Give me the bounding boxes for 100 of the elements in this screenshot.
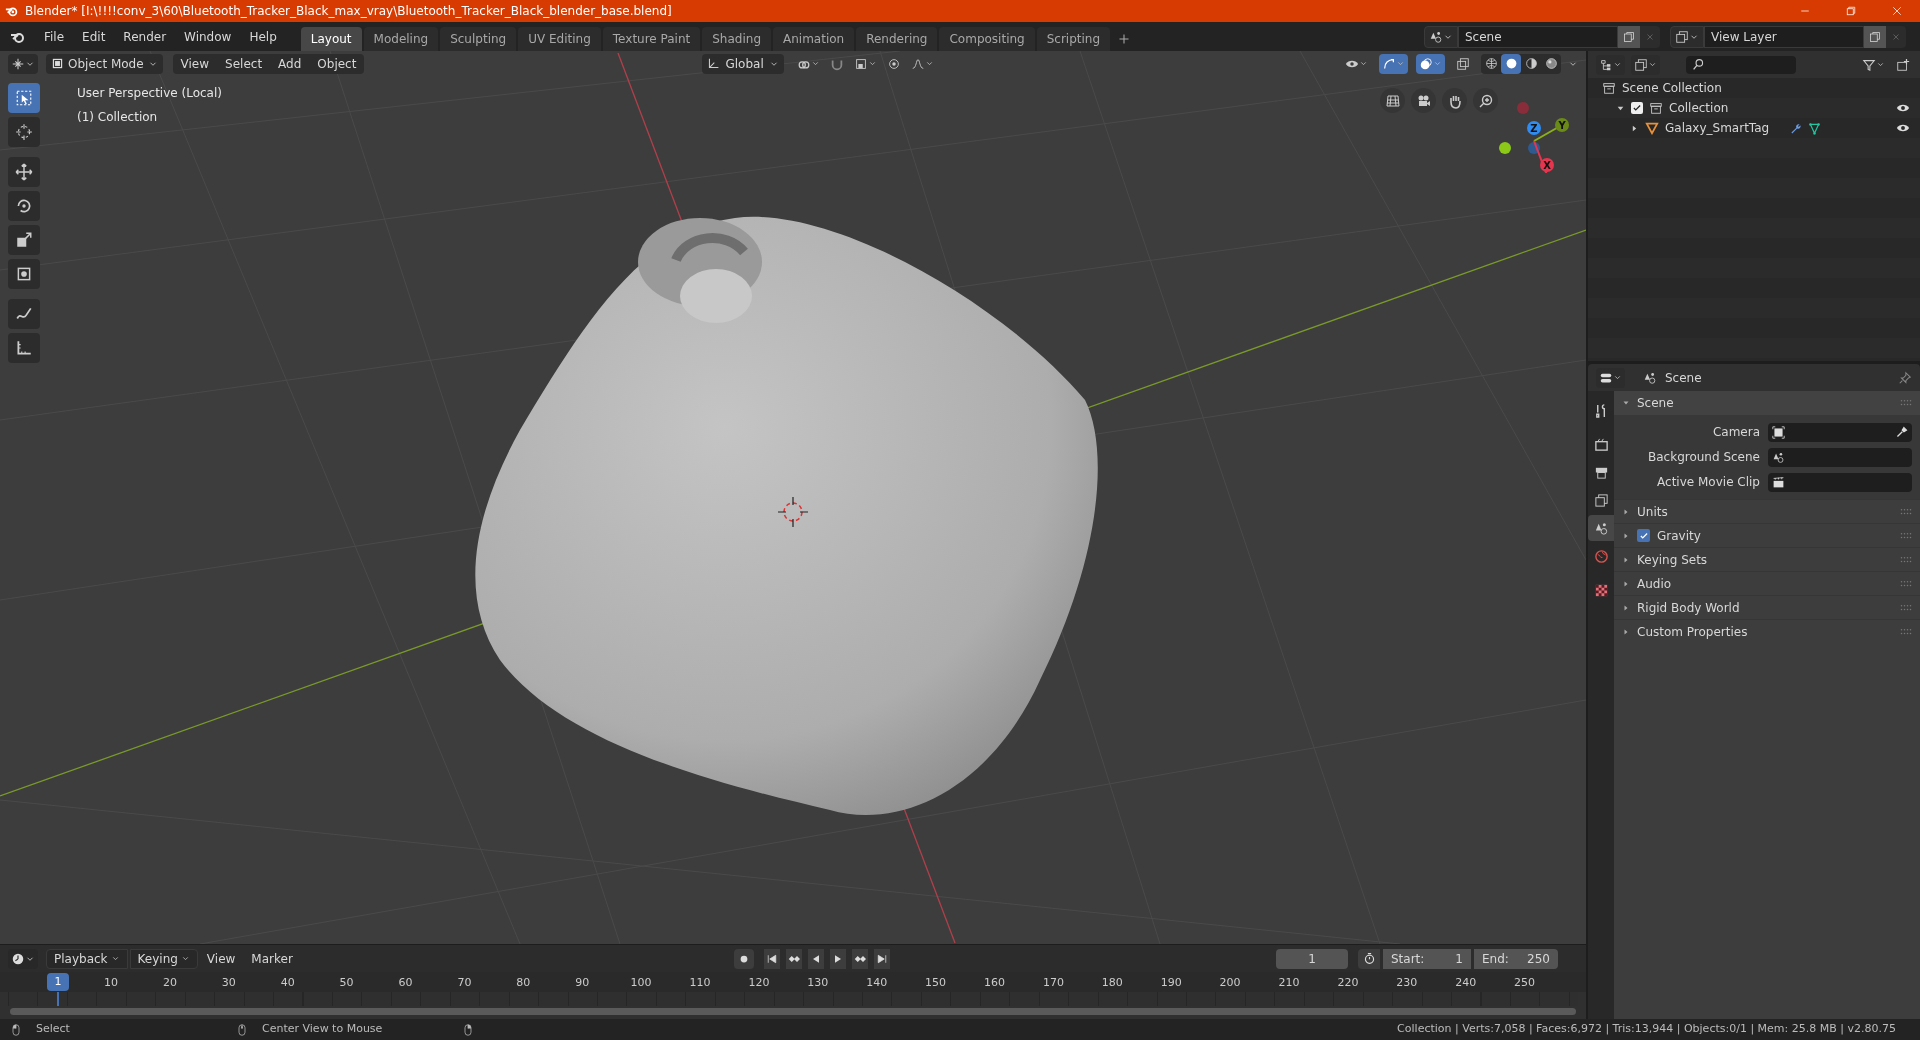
rotate-tool-button[interactable] [8,191,40,221]
panel-header[interactable]: Keying Sets [1614,547,1920,571]
workspace-tab[interactable]: Modeling [363,27,439,51]
orientation-dropdown[interactable]: Global [702,53,784,74]
panel-header[interactable]: Custom Properties [1614,619,1920,643]
copy-button[interactable] [1618,25,1640,48]
collapsed-arrow-icon[interactable] [1622,627,1630,636]
scene-name-field[interactable]: Scene [1458,25,1618,48]
menu-item[interactable]: Window [176,24,240,49]
panel-header[interactable]: Audio [1614,571,1920,595]
transform-tool-button[interactable] [8,259,40,289]
menu-item[interactable]: Add [270,54,310,73]
scale-tool-button[interactable] [8,225,40,255]
current-frame-field[interactable]: 1 [1276,948,1348,969]
menu-item[interactable]: Select [217,54,271,73]
scene-browse-button[interactable] [1424,25,1458,48]
editor-type-button[interactable] [8,53,38,74]
panel-header[interactable]: Rigid Body World [1614,595,1920,619]
menu-item[interactable]: Object [309,54,365,73]
menu-item[interactable]: File [36,24,73,49]
search-field[interactable] [1686,55,1796,74]
collapsed-arrow-icon[interactable] [1622,579,1630,588]
panel-header[interactable]: Scene [1614,391,1920,415]
playback-button[interactable] [873,948,890,969]
object-field[interactable] [1768,447,1912,467]
zoom-button[interactable] [1473,88,1498,113]
preview-range-button[interactable] [1358,948,1380,969]
record-button[interactable] [733,948,754,969]
perspective-toggle-button[interactable] [1380,88,1405,113]
expanded-arrow-icon[interactable] [1622,399,1630,407]
view-layer-button[interactable] [1631,54,1660,75]
outliner-item[interactable]: Galaxy_SmartTag [1665,119,1770,137]
shaded-sphere-icon [1544,57,1558,70]
workspace-tab[interactable]: Layout [300,27,362,51]
workspace-tab[interactable]: UV Editing [518,27,601,51]
view-layer-browse-button[interactable] [1670,25,1704,48]
collapsed-arrow-icon[interactable] [1630,123,1639,133]
collapsed-arrow-icon[interactable] [1622,531,1630,540]
panel-header[interactable]: Gravity [1614,523,1920,547]
workspace-tab[interactable]: Rendering [856,27,938,51]
window-title: Blender* [I:\!!!!conv_3\60\Bluetooth_Tracker_Black_max_vray\Bluetooth_Tracker_Black_blender_base.blend] [25,3,672,20]
playback-button[interactable] [829,948,846,969]
editor-type-button[interactable] [8,948,38,969]
pin-icon[interactable] [1898,370,1912,385]
playback-button[interactable] [807,948,824,969]
annotate-tool-button[interactable] [8,299,40,329]
properties-tab[interactable] [1588,515,1614,541]
workspace-tab[interactable]: Scripting [1036,27,1111,51]
eyedropper-icon[interactable] [1895,425,1908,439]
playback-button[interactable] [763,948,780,969]
pan-button[interactable] [1442,88,1467,113]
menu-item[interactable]: View [199,949,243,968]
frame-number: 250 [1514,975,1536,991]
menu-item[interactable]: Render [115,24,175,49]
playback-button[interactable] [785,948,802,969]
menu-item[interactable]: Marker [244,949,300,968]
playhead-frame[interactable]: 1 [47,973,69,991]
menu-item[interactable]: Edit [74,24,114,49]
move-tool-button[interactable] [8,157,40,187]
workspace-tab[interactable]: Texture Paint [602,27,701,51]
mode-dropdown[interactable]: Object Mode [46,53,163,74]
checkbox[interactable] [1637,529,1650,542]
solid-sphere-icon [1504,57,1518,70]
caret-icon [867,59,877,68]
copy-button[interactable] [1864,25,1886,48]
display-mode-button[interactable] [1596,54,1625,75]
outliner-item[interactable]: Collection [1669,99,1729,117]
cursor-tool-button[interactable] [8,117,40,147]
3d-cursor-icon [777,496,809,528]
outliner-item[interactable]: Scene Collection [1622,79,1722,97]
workspace-tab[interactable]: Compositing [939,27,1035,51]
horizontal-scrollbar[interactable] [10,1008,1576,1015]
timeline-menu-dropdown[interactable]: Keying [129,948,198,969]
collapsed-arrow-icon[interactable] [1622,507,1630,516]
toolbar-button[interactable] [1379,53,1408,74]
shading-button[interactable] [1501,53,1521,74]
editor-type-button[interactable] [1596,367,1625,388]
collapsed-arrow-icon[interactable] [1622,603,1630,612]
panel-header[interactable]: Units [1614,499,1920,523]
camera-view-button[interactable] [1411,88,1436,113]
navigation-gizmo[interactable] [1499,102,1569,173]
view-layer-name-field[interactable]: View Layer [1704,25,1864,48]
object-field[interactable] [1768,422,1912,442]
frame-number: 40 [280,975,295,991]
timeline-menu-dropdown[interactable]: Playback [46,948,128,969]
object-box-icon [51,57,64,70]
toolbar-button[interactable] [1416,53,1445,74]
start-frame-field[interactable]: Start: 1 [1383,948,1471,969]
end-frame-field[interactable]: End: 250 [1474,948,1558,969]
workspace-tab[interactable]: Sculpting [440,27,517,51]
measure-tool-button[interactable] [8,333,40,363]
object-field[interactable] [1768,472,1912,492]
workspace-tab[interactable]: Shading [702,27,771,51]
workspace-tab[interactable]: Animation [773,27,855,51]
select-tool-button[interactable] [8,83,40,113]
checkbox[interactable] [1631,102,1643,114]
menu-item[interactable]: Help [241,24,285,49]
menu-item[interactable]: View [172,54,218,73]
playback-button[interactable] [851,948,868,969]
collapsed-arrow-icon[interactable] [1622,555,1630,564]
